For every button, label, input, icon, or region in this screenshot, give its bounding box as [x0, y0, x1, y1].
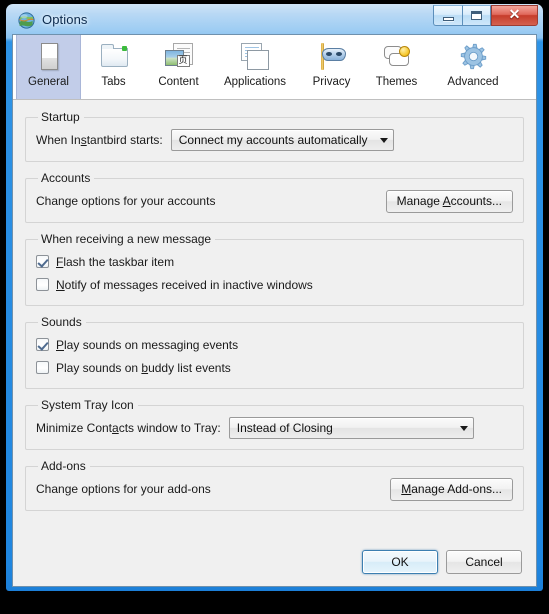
tab-strip: General Tabs 页 Content Applications Priv… [13, 35, 536, 100]
tab-tabs-label: Tabs [101, 76, 126, 88]
accounts-description: Change options for your accounts [36, 194, 216, 208]
addons-row: Change options for your add-ons Manage A… [36, 477, 513, 501]
tab-applications[interactable]: Applications [211, 35, 299, 99]
startup-label-prefix: When In [36, 133, 81, 147]
tab-advanced[interactable]: Advanced [429, 35, 517, 99]
checkbox-notify-inactive-box[interactable] [36, 278, 49, 291]
group-sounds-legend: Sounds [41, 315, 82, 329]
manage-addons-suffix: anage Add-ons... [411, 482, 502, 496]
checkbox-sounds-buddylist-label: Play sounds on buddy list events [56, 361, 231, 375]
sounds-messaging-rest: lay sounds on messaging events [64, 337, 239, 352]
checkbox-sounds-messaging-box[interactable] [36, 338, 49, 351]
applications-icon [238, 40, 272, 74]
minimize-button[interactable] [433, 5, 462, 26]
chevron-down-icon [379, 137, 388, 143]
checkbox-flash-taskbar-box[interactable] [36, 255, 49, 268]
group-accounts: Accounts Change options for your account… [25, 171, 524, 223]
startup-menulist[interactable]: Connect my accounts automatically [170, 129, 394, 151]
tab-applications-label: Applications [223, 76, 286, 88]
close-button[interactable]: ✕ [491, 5, 538, 26]
tab-privacy-label: Privacy [312, 76, 351, 88]
group-sounds: Sounds Play sounds on messaging events P… [25, 315, 524, 389]
tab-content[interactable]: 页 Content [146, 35, 211, 99]
group-new-message-legend: When receiving a new message [41, 232, 212, 246]
startup-row: When Instantbird starts: Connect my acco… [36, 128, 513, 152]
checkbox-sounds-messaging-label: Play sounds on messaging events [56, 338, 238, 352]
tab-advanced-label: Advanced [447, 76, 499, 88]
group-startup-legend: Startup [41, 110, 80, 124]
manage-accounts-accel: A [442, 194, 451, 208]
tab-content-label: Content [158, 76, 199, 88]
window-title: Options [42, 12, 88, 27]
general-icon [32, 40, 66, 74]
manage-accounts-button[interactable]: Manage Accounts... [385, 189, 513, 213]
flash-taskbar-rest: lash the taskbar item [63, 254, 175, 269]
system-tray-menulist-value: Instead of Closing [236, 421, 333, 435]
notify-inactive-rest: otify of messages received in inactive w… [64, 277, 313, 292]
ok-button[interactable]: OK [362, 550, 438, 574]
themes-bubble-icon [380, 40, 414, 74]
system-tray-menulist[interactable]: Instead of Closing [228, 417, 474, 439]
manage-accounts-prefix: Manage [396, 194, 443, 208]
title-bar: Options ✕ [6, 4, 543, 38]
tab-themes[interactable]: Themes [364, 35, 429, 99]
manage-accounts-suffix: ccounts... [450, 194, 502, 208]
client-area: General Tabs 页 Content Applications Priv… [12, 34, 537, 587]
minimize-icon [442, 16, 454, 21]
checkbox-sounds-messaging[interactable]: Play sounds on messaging events [36, 333, 513, 356]
startup-label-suffix: tantbird starts: [86, 133, 163, 147]
sounds-messaging-accel: P [56, 337, 65, 352]
group-system-tray: System Tray Icon Minimize Contacts windo… [25, 398, 524, 450]
options-window: Options ✕ General Tabs 页 Content Applica… [6, 4, 543, 591]
folder-tabs-icon [97, 40, 131, 74]
checkbox-flash-taskbar-label: Flash the taskbar item [56, 255, 174, 269]
window-controls: ✕ [433, 5, 538, 26]
cancel-button[interactable]: Cancel [446, 550, 522, 574]
content-page-icon: 页 [162, 40, 196, 74]
checkbox-sounds-buddylist-box[interactable] [36, 361, 49, 374]
notify-inactive-accel: N [56, 277, 65, 292]
tab-general-label: General [28, 76, 69, 88]
system-tray-label-suffix: cts window to Tray: [118, 421, 221, 435]
accounts-row: Change options for your accounts Manage … [36, 189, 513, 213]
system-tray-label-prefix: Minimize Cont [36, 421, 113, 435]
sounds-buddylist-prefix: Play sounds on [56, 360, 142, 375]
checkbox-notify-inactive-label: Notify of messages received in inactive … [56, 278, 313, 292]
instantbird-globe-icon [18, 12, 35, 29]
maximize-button[interactable] [462, 5, 491, 26]
system-tray-label-accel: a [112, 421, 119, 435]
checkbox-notify-inactive[interactable]: Notify of messages received in inactive … [36, 273, 513, 296]
group-startup: Startup When Instantbird starts: Connect… [25, 110, 524, 162]
privacy-mask-icon [315, 40, 349, 74]
options-pane: Startup When Instantbird starts: Connect… [13, 100, 536, 586]
system-tray-label: Minimize Contacts window to Tray: [36, 421, 221, 435]
checkbox-sounds-buddylist[interactable]: Play sounds on buddy list events [36, 356, 513, 379]
startup-label: When Instantbird starts: [36, 133, 163, 147]
advanced-gear-icon [456, 40, 490, 74]
checkbox-flash-taskbar[interactable]: Flash the taskbar item [36, 250, 513, 273]
group-accounts-legend: Accounts [41, 171, 91, 185]
manage-addons-button[interactable]: Manage Add-ons... [390, 477, 513, 501]
close-icon: ✕ [508, 7, 521, 23]
group-addons-legend: Add-ons [41, 459, 86, 473]
group-new-message: When receiving a new message Flash the t… [25, 232, 524, 306]
sounds-buddylist-rest: uddy list events [148, 360, 231, 375]
manage-addons-accel: M [401, 482, 412, 496]
tab-themes-label: Themes [375, 76, 418, 88]
chevron-down-icon [459, 425, 468, 431]
dialog-button-bar: OK Cancel [13, 537, 536, 586]
tab-privacy[interactable]: Privacy [299, 35, 364, 99]
addons-description: Change options for your add-ons [36, 482, 211, 496]
tab-tabs[interactable]: Tabs [81, 35, 146, 99]
group-addons: Add-ons Change options for your add-ons … [25, 459, 524, 511]
system-tray-row: Minimize Contacts window to Tray: Instea… [36, 416, 513, 440]
group-system-tray-legend: System Tray Icon [41, 398, 134, 412]
maximize-icon [471, 11, 482, 20]
tab-general[interactable]: General [16, 35, 81, 99]
startup-menulist-value: Connect my accounts automatically [178, 133, 368, 147]
